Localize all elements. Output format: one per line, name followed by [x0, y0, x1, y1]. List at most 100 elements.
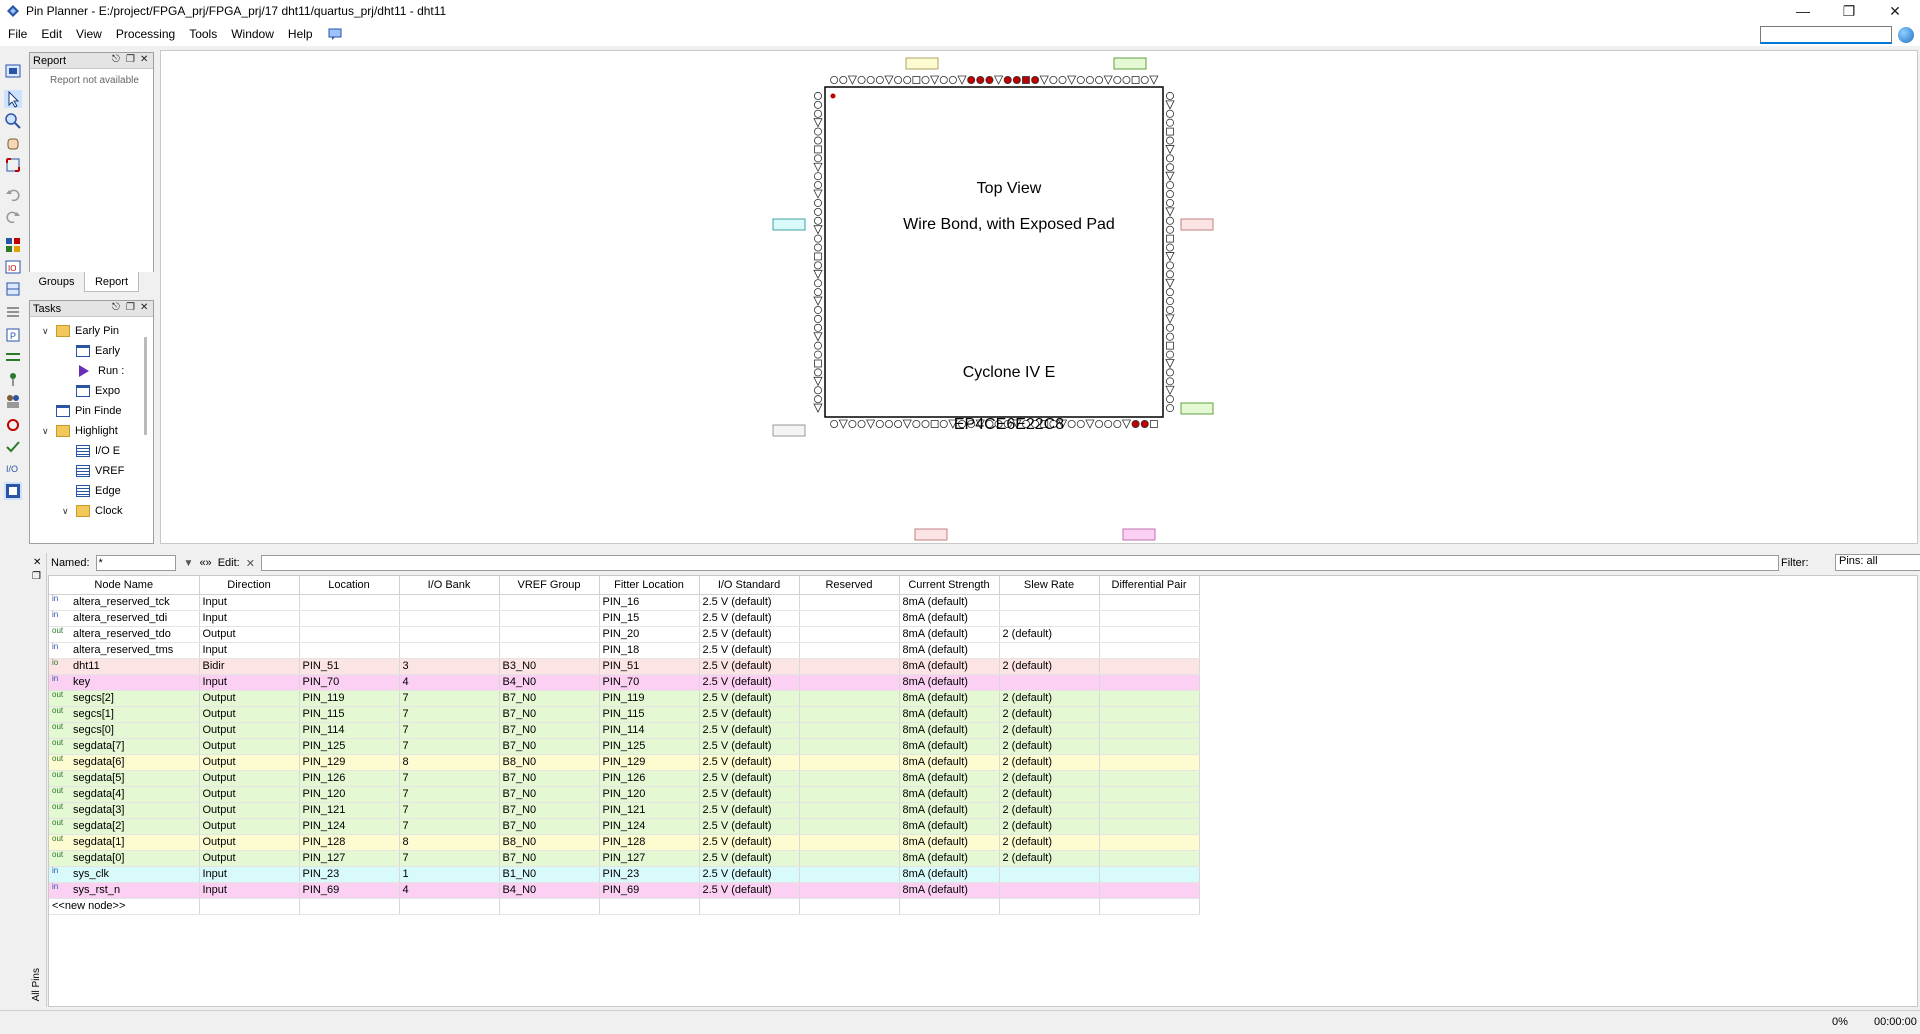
pin-cell-vref[interactable]: B7_N0 — [499, 722, 600, 739]
pin-cell-bank[interactable]: 7 — [399, 818, 500, 835]
pin-cell-vref[interactable] — [499, 642, 600, 659]
package-pin[interactable] — [1166, 198, 1175, 207]
pin-cell-dir[interactable]: Output — [199, 690, 300, 707]
pin-cell-slew[interactable]: 2 (default) — [999, 818, 1100, 835]
package-pin[interactable] — [1166, 118, 1175, 127]
package-pin[interactable] — [814, 261, 823, 270]
redo-icon[interactable] — [4, 208, 22, 226]
package-pin[interactable] — [1166, 181, 1175, 190]
task-vref[interactable]: VREF — [76, 461, 124, 481]
pin-cell-vref[interactable]: B4_N0 — [499, 882, 600, 899]
task-highlight[interactable]: ∨ Highlight — [42, 421, 118, 441]
close-button[interactable]: ✕ — [1872, 0, 1918, 22]
package-pin[interactable] — [1121, 419, 1132, 429]
package-pin[interactable] — [930, 420, 939, 428]
pin-cell-std[interactable]: 2.5 V (default) — [699, 834, 800, 851]
pin-cell-slew[interactable]: 2 (default) — [999, 770, 1100, 787]
pin-cell-name[interactable]: io dht11 — [49, 658, 200, 675]
pin-cell-loc[interactable]: PIN_128 — [299, 834, 400, 851]
package-pin[interactable] — [1095, 75, 1104, 84]
package-pin[interactable] — [814, 91, 823, 100]
pin-cell-fit[interactable]: PIN_124 — [599, 818, 700, 835]
package-pin[interactable] — [929, 75, 940, 85]
hand-pan-icon[interactable] — [4, 134, 22, 152]
pin-cell-name[interactable]: out segdata[3] — [49, 802, 200, 819]
package-pin[interactable] — [814, 386, 823, 395]
package-pin[interactable] — [993, 75, 1004, 85]
pin-cell-std[interactable]: 2.5 V (default) — [699, 674, 800, 691]
package-pin[interactable] — [838, 419, 848, 429]
chevron-down-icon[interactable]: ∨ — [42, 426, 52, 437]
package-pin[interactable] — [814, 145, 822, 154]
package-pin[interactable] — [1166, 323, 1175, 332]
pin-cell-res[interactable] — [799, 738, 900, 755]
pin-icon[interactable]: ⎋ — [112, 54, 120, 65]
menu-edit[interactable]: Edit — [34, 27, 69, 41]
package-pin[interactable] — [1012, 75, 1021, 84]
package-pin[interactable] — [894, 419, 903, 428]
pin-cell-slew[interactable] — [999, 882, 1100, 899]
pin-cell-bank[interactable]: 7 — [399, 690, 500, 707]
pin-cell-fit[interactable]: PIN_125 — [599, 738, 700, 755]
package-pin[interactable] — [921, 419, 930, 428]
pin-cell-vref[interactable] — [499, 610, 600, 627]
bank-legend-top-left[interactable] — [905, 57, 939, 70]
pin-cell-diff[interactable] — [1099, 882, 1200, 899]
bank-legend-left-top[interactable] — [772, 218, 806, 231]
pin-cell-loc[interactable] — [299, 594, 400, 611]
pin-cell-diff[interactable] — [1099, 850, 1200, 867]
pin-cell-res[interactable] — [799, 626, 900, 643]
pin-cell-vref[interactable]: B7_N0 — [499, 802, 600, 819]
package-pin[interactable] — [813, 189, 823, 199]
pin-cell-diff[interactable] — [1099, 706, 1200, 723]
pin-cell-slew[interactable] — [999, 674, 1100, 691]
package-pin[interactable] — [903, 75, 912, 84]
pin-cell-slew[interactable]: 2 (default) — [999, 706, 1100, 723]
package-pin[interactable] — [814, 154, 823, 163]
column-header[interactable]: Direction — [199, 576, 300, 595]
zoom-icon[interactable] — [4, 112, 22, 130]
pin-cell-cur[interactable]: 8mA (default) — [899, 754, 1000, 771]
package-pin[interactable] — [813, 332, 823, 342]
package-pin[interactable] — [1085, 75, 1094, 84]
package-pin[interactable] — [866, 75, 875, 84]
package-pin[interactable] — [847, 75, 858, 85]
package-pin[interactable] — [814, 207, 823, 216]
pin-cell-bank[interactable]: 7 — [399, 802, 500, 819]
pin-cell-bank[interactable]: 7 — [399, 722, 500, 739]
pin-cell-loc[interactable]: PIN_124 — [299, 818, 400, 835]
package-pin[interactable] — [1039, 75, 1049, 85]
package-pin[interactable] — [1166, 332, 1175, 341]
package-pin[interactable] — [1166, 225, 1175, 234]
pin-cell-dir[interactable]: Input — [199, 674, 300, 691]
package-pin[interactable] — [814, 359, 822, 368]
package-pin[interactable] — [1122, 75, 1131, 84]
package-pin[interactable] — [814, 395, 823, 404]
pin-cell-res[interactable] — [799, 818, 900, 835]
menu-help[interactable]: Help — [281, 27, 320, 41]
package-pin[interactable] — [814, 109, 823, 118]
task-early[interactable]: Early — [76, 341, 120, 361]
pin-cell-vref[interactable]: B7_N0 — [499, 770, 600, 787]
package-pin[interactable] — [814, 216, 823, 225]
package-pin[interactable] — [814, 172, 823, 181]
pin-cell-vref[interactable]: B7_N0 — [499, 706, 600, 723]
pin-cell-bank[interactable]: 8 — [399, 834, 500, 851]
package-pin[interactable] — [1031, 75, 1040, 84]
pin-cell-slew[interactable] — [999, 866, 1100, 883]
pin-cell-diff[interactable] — [1099, 658, 1200, 675]
chevron-down-icon[interactable]: ▼ — [184, 558, 194, 569]
package-pin[interactable] — [830, 75, 839, 84]
task-io-banks[interactable]: I/O E — [76, 441, 120, 461]
close-icon[interactable]: ✕ — [33, 557, 41, 568]
pin-cell-std[interactable]: 2.5 V (default) — [699, 866, 800, 883]
pin-cell-loc[interactable]: PIN_114 — [299, 722, 400, 739]
package-pin[interactable] — [1140, 419, 1149, 428]
pin-cell-slew[interactable]: 2 (default) — [999, 722, 1100, 739]
pin-cell-bank[interactable] — [399, 626, 500, 643]
package-pin[interactable] — [814, 136, 823, 145]
more-options-button[interactable]: «» — [199, 557, 211, 569]
package-pin[interactable] — [814, 127, 823, 136]
package-pin[interactable] — [976, 75, 985, 84]
package-view[interactable]: Top View Wire Bond, with Exposed Pad Cyc… — [160, 50, 1918, 544]
